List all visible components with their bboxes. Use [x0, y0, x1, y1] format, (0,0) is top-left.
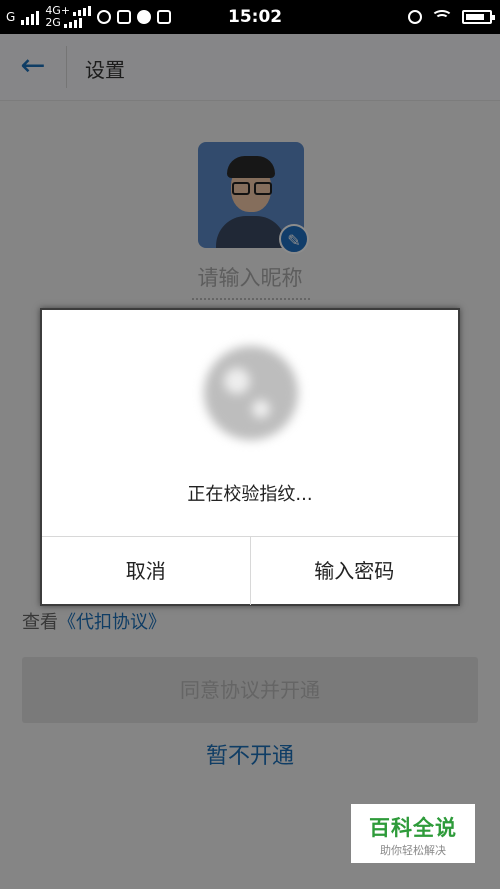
network-indicator: 4G+ 2G	[45, 5, 92, 29]
dialog-message: 正在校验指纹...	[187, 484, 313, 505]
status-left: G 4G+ 2G	[6, 0, 172, 34]
notification-app-icon	[117, 10, 132, 24]
fingerprint-dialog: 正在校验指纹... 取消 输入密码	[40, 308, 460, 606]
signal-icon	[21, 9, 40, 25]
network-type-bottom: 2G	[45, 16, 61, 29]
watermark-logo: 百科全说 助你轻松解决	[351, 804, 475, 863]
chat-bubble-icon	[137, 10, 152, 24]
status-bar: G 4G+ 2G 15:02	[0, 0, 500, 34]
enter-password-button[interactable]: 输入密码	[249, 537, 459, 605]
signal-icon-top	[73, 6, 92, 16]
battery-icon	[462, 10, 495, 24]
fingerprint-icon	[204, 346, 298, 440]
dialog-actions: 取消 输入密码	[42, 536, 458, 605]
status-time: 15:02	[228, 7, 283, 27]
camera-app-icon	[157, 10, 172, 24]
alarm-icon	[408, 10, 422, 24]
watermark-title: 百科全说	[369, 816, 457, 840]
status-right	[408, 0, 495, 34]
watermark-subtitle: 助你轻松解决	[380, 844, 446, 857]
qq-icon	[97, 10, 112, 24]
signal-icon-bottom	[63, 18, 82, 28]
cancel-button[interactable]: 取消	[42, 537, 250, 605]
carrier-label: G	[6, 10, 16, 24]
wifi-icon	[431, 10, 453, 24]
